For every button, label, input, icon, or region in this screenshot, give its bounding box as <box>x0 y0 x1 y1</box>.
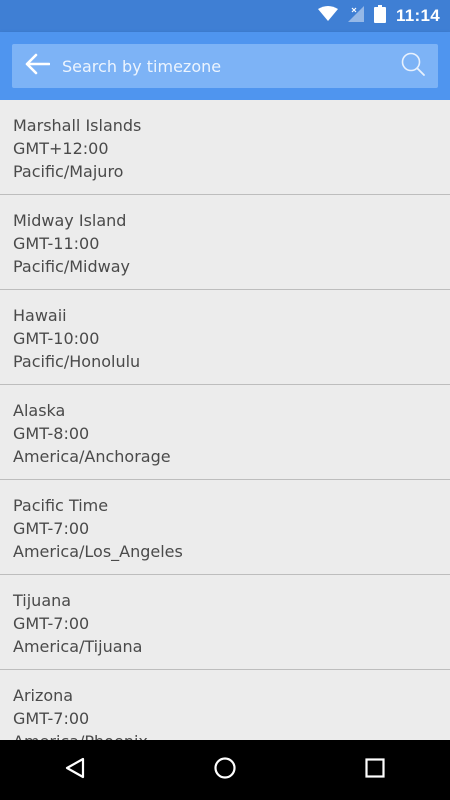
list-item[interactable]: Hawaii GMT-10:00 Pacific/Honolulu <box>0 290 450 385</box>
timezone-offset: GMT-7:00 <box>13 519 90 538</box>
timezone-id: America/Los_Angeles <box>13 542 183 561</box>
timezone-offset: GMT+12:00 <box>13 139 109 158</box>
timezone-name: Midway Island <box>13 211 127 230</box>
list-item[interactable]: Alaska GMT-8:00 America/Anchorage <box>0 385 450 480</box>
recents-square-icon <box>364 757 386 783</box>
timezone-list[interactable]: Marshall Islands GMT+12:00 Pacific/Majur… <box>0 100 450 740</box>
nav-back-button[interactable] <box>45 740 105 800</box>
home-circle-icon <box>213 756 237 784</box>
navigation-bar <box>0 740 450 800</box>
wifi-icon <box>317 6 338 26</box>
search-button[interactable] <box>388 44 438 88</box>
timezone-offset: GMT-11:00 <box>13 234 100 253</box>
back-button[interactable] <box>12 44 62 88</box>
app-bar <box>0 32 450 100</box>
timezone-id: Pacific/Majuro <box>13 162 124 181</box>
timezone-id: America/Phoenix <box>13 730 437 740</box>
list-item[interactable]: Midway Island GMT-11:00 Pacific/Midway <box>0 195 450 290</box>
search-icon <box>400 51 426 81</box>
timezone-id: Pacific/Midway <box>13 257 131 276</box>
nav-home-button[interactable] <box>195 740 255 800</box>
list-item[interactable]: Marshall Islands GMT+12:00 Pacific/Majur… <box>0 100 450 195</box>
list-item[interactable]: Arizona GMT-7:00 America/Phoenix <box>0 670 450 740</box>
timezone-offset: GMT-7:00 <box>13 614 90 633</box>
arrow-left-icon <box>24 53 51 79</box>
back-triangle-icon <box>64 757 86 783</box>
clock-time: 11:14 <box>395 6 440 25</box>
search-box <box>12 44 438 88</box>
timezone-name: Alaska <box>13 401 66 420</box>
search-input[interactable] <box>62 44 388 88</box>
signal-icon <box>347 6 364 26</box>
timezone-id: America/Tijuana <box>13 637 143 656</box>
timezone-name: Hawaii <box>13 306 67 325</box>
list-item[interactable]: Pacific Time GMT-7:00 America/Los_Angele… <box>0 480 450 575</box>
timezone-name: Pacific Time <box>13 496 109 515</box>
timezone-id: America/Anchorage <box>13 447 171 466</box>
timezone-id: Pacific/Honolulu <box>13 352 141 371</box>
timezone-offset: GMT-8:00 <box>13 424 90 443</box>
timezone-name: Marshall Islands <box>13 116 142 135</box>
nav-recents-button[interactable] <box>345 740 405 800</box>
status-icons: 11:14 <box>317 0 440 32</box>
timezone-offset: GMT-10:00 <box>13 329 100 348</box>
list-item[interactable]: Tijuana GMT-7:00 America/Tijuana <box>0 575 450 670</box>
status-bar: 11:14 <box>0 0 450 32</box>
timezone-offset: GMT-7:00 <box>13 709 90 728</box>
battery-icon <box>373 5 386 27</box>
timezone-name: Arizona <box>13 686 74 705</box>
timezone-name: Tijuana <box>13 591 72 610</box>
